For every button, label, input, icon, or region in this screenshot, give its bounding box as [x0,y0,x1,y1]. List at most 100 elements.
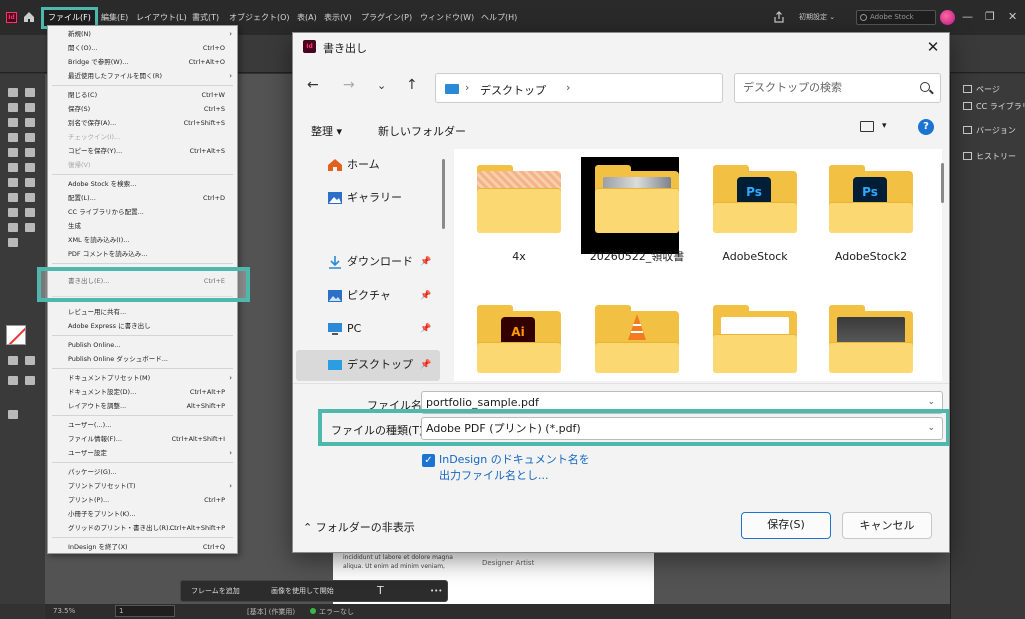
file-menu-item[interactable]: Publish Online... [48,339,237,351]
panel-cc-libraries[interactable]: CC ライブラリ [963,101,1025,112]
panel-history[interactable]: ヒストリー [963,151,1016,162]
selection-tool-icon[interactable] [8,88,18,97]
file-menu-item[interactable]: ファイル情報(F)... Ctrl+Alt+Shift+I [48,433,237,445]
color-theme-tool-icon[interactable] [8,238,18,247]
menu-table[interactable]: 表(A) [297,12,317,23]
menu-window[interactable]: ウィンドウ(W) [420,12,474,23]
file-menu-item[interactable]: 閉じる(C) Ctrl+W [48,89,237,101]
preflight-status[interactable]: エラーなし [310,607,354,617]
avatar[interactable] [940,10,955,25]
file-menu-item[interactable]: プリント(P)... Ctrl+P [48,494,237,506]
chevron-down-icon[interactable]: ⌄ [927,418,935,439]
add-frame-button[interactable]: フレームを追加 [191,586,240,596]
file-menu-item[interactable]: ドキュメント設定(D)... Ctrl+Alt+P [48,386,237,398]
workspace-switcher[interactable]: 初期設定 ⌄ [799,12,835,22]
file-item-vlc[interactable] [587,297,687,381]
formatting-text-icon[interactable] [25,356,35,365]
file-menu-item[interactable]: Bridge で参照(W)... Ctrl+Alt+O [48,56,237,68]
forward-button[interactable]: → [343,77,355,93]
stock-search-input[interactable]: Adobe Stock [856,10,936,25]
apply-none-icon[interactable] [25,376,35,385]
file-menu-item[interactable]: プリントプリセット(T) › [48,480,237,492]
page-number-field[interactable]: 1 [115,605,175,617]
type-tool-icon[interactable] [8,133,18,142]
cancel-button[interactable]: キャンセル [842,512,932,539]
hand-tool-icon[interactable] [8,223,18,232]
normal-view-icon[interactable] [8,376,18,385]
breadcrumb-desktop[interactable]: デスクトップ [480,82,546,98]
save-button[interactable]: 保存(S) [741,512,831,539]
type-icon[interactable]: T [377,584,384,597]
file-menu-item[interactable]: ドキュメントプリセット(M) › [48,372,237,384]
zoom-level[interactable]: 73.5% [53,607,75,615]
more-options-icon[interactable]: ••• [430,587,442,595]
eyedropper-tool-icon[interactable] [25,208,35,217]
nav-item-pictures[interactable]: ピクチャ [347,285,391,307]
nav-item-pc[interactable]: PC [347,318,361,340]
file-menu-item[interactable]: 生成 [48,220,237,232]
menu-edit[interactable]: 編集(E) [101,12,128,23]
zoom-tool-icon[interactable] [25,223,35,232]
back-button[interactable]: ← [307,77,319,93]
share-icon[interactable] [773,11,785,23]
file-menu-item[interactable]: ユーザー(...)... [48,419,237,431]
menu-type[interactable]: 書式(T) [192,12,219,23]
panel-pages[interactable]: ページ [963,84,1000,95]
file-menu-item[interactable]: コピーを保存(Y)... Ctrl+Alt+S [48,145,237,157]
file-menu-item[interactable]: ユーザー設定 › [48,447,237,459]
screen-mode-icon[interactable] [8,410,18,419]
pencil-tool-icon[interactable] [25,148,35,157]
file-item-adobestock2[interactable]: Ps AdobeStock2 [821,157,921,287]
file-item-receipt[interactable]: 20260522_領収書 [581,157,687,287]
formatting-container-icon[interactable] [8,356,18,365]
rectangle-tool-icon[interactable] [25,163,35,172]
nav-item-gallery[interactable]: ギャラリー [347,187,402,209]
direct-selection-tool-icon[interactable] [25,88,35,97]
file-item-ai[interactable]: Ai [469,297,569,381]
start-with-image-button[interactable]: 画像を使用して開始 [271,586,334,596]
file-menu-item[interactable]: 小冊子をプリント(K)... [48,508,237,520]
file-item-adobestock[interactable]: Ps AdobeStock [705,157,805,287]
search-input[interactable]: デスクトップの検索 [734,73,941,103]
organize-button[interactable]: 整理 ▾ [311,123,342,139]
file-menu-item[interactable]: PDF コメントを読み込み... [48,248,237,260]
page-tool-icon[interactable] [8,103,18,112]
file-item-4x[interactable]: 4x [469,157,569,287]
nav-scrollbar[interactable] [442,159,445,229]
file-menu-item[interactable]: レイアウトを調整... Alt+Shift+P [48,400,237,412]
file-menu-item[interactable]: 別名で保存(A)... Ctrl+Shift+S [48,117,237,129]
maximize-icon[interactable]: ❐ [985,10,995,23]
nav-item-desktop[interactable]: デスクトップ [347,354,413,376]
note-tool-icon[interactable] [8,208,18,217]
use-document-name-label[interactable]: InDesign のドキュメント名を出力ファイル名とし... [439,452,599,484]
file-menu-item[interactable]: Adobe Express に書き出し [48,320,237,332]
line-tool-icon[interactable] [25,133,35,142]
file-menu-item[interactable]: パッケージ(G)... [48,466,237,478]
file-menu-item[interactable]: Publish Online ダッシュボード... [48,353,237,365]
file-menu-item[interactable]: XML を読み込み(I)... [48,234,237,246]
file-menu-item[interactable]: CC ライブラリから配置... [48,206,237,218]
content-collector-icon[interactable] [8,118,18,127]
gap-tool-icon[interactable] [25,103,35,112]
scissors-tool-icon[interactable] [25,178,35,187]
file-item-folder[interactable] [705,297,805,381]
nav-item-home[interactable]: ホーム [347,154,380,176]
content-placer-icon[interactable] [25,118,35,127]
gradient-tool-icon[interactable] [25,193,35,202]
pen-tool-icon[interactable] [8,148,18,157]
table-tool-icon[interactable] [8,178,18,187]
file-menu-item[interactable]: 新規(N) › [48,28,237,40]
home-icon[interactable] [23,11,35,23]
file-menu-item[interactable]: グリッドのプリント・書き出し(R)... Ctrl+Alt+Shift+P [48,522,237,534]
chevron-down-icon[interactable]: ▾ [882,121,887,131]
file-menu-item[interactable]: 保存(S) Ctrl+S [48,103,237,115]
view-icon[interactable] [860,121,874,132]
file-menu-item[interactable]: 配置(L)... Ctrl+D [48,192,237,204]
fill-swatch[interactable] [6,325,26,345]
menu-object[interactable]: オブジェクト(O) [229,12,290,23]
filetype-select[interactable]: Adobe PDF (プリント) (*.pdf) ⌄ [421,417,943,440]
use-document-name-checkbox[interactable]: ✓ [422,454,435,467]
close-icon[interactable]: ✕ [923,37,943,57]
menu-layout[interactable]: レイアウト(L) [136,12,187,23]
address-bar[interactable]: › デスクトップ › ⌄ ↻ [435,73,851,103]
